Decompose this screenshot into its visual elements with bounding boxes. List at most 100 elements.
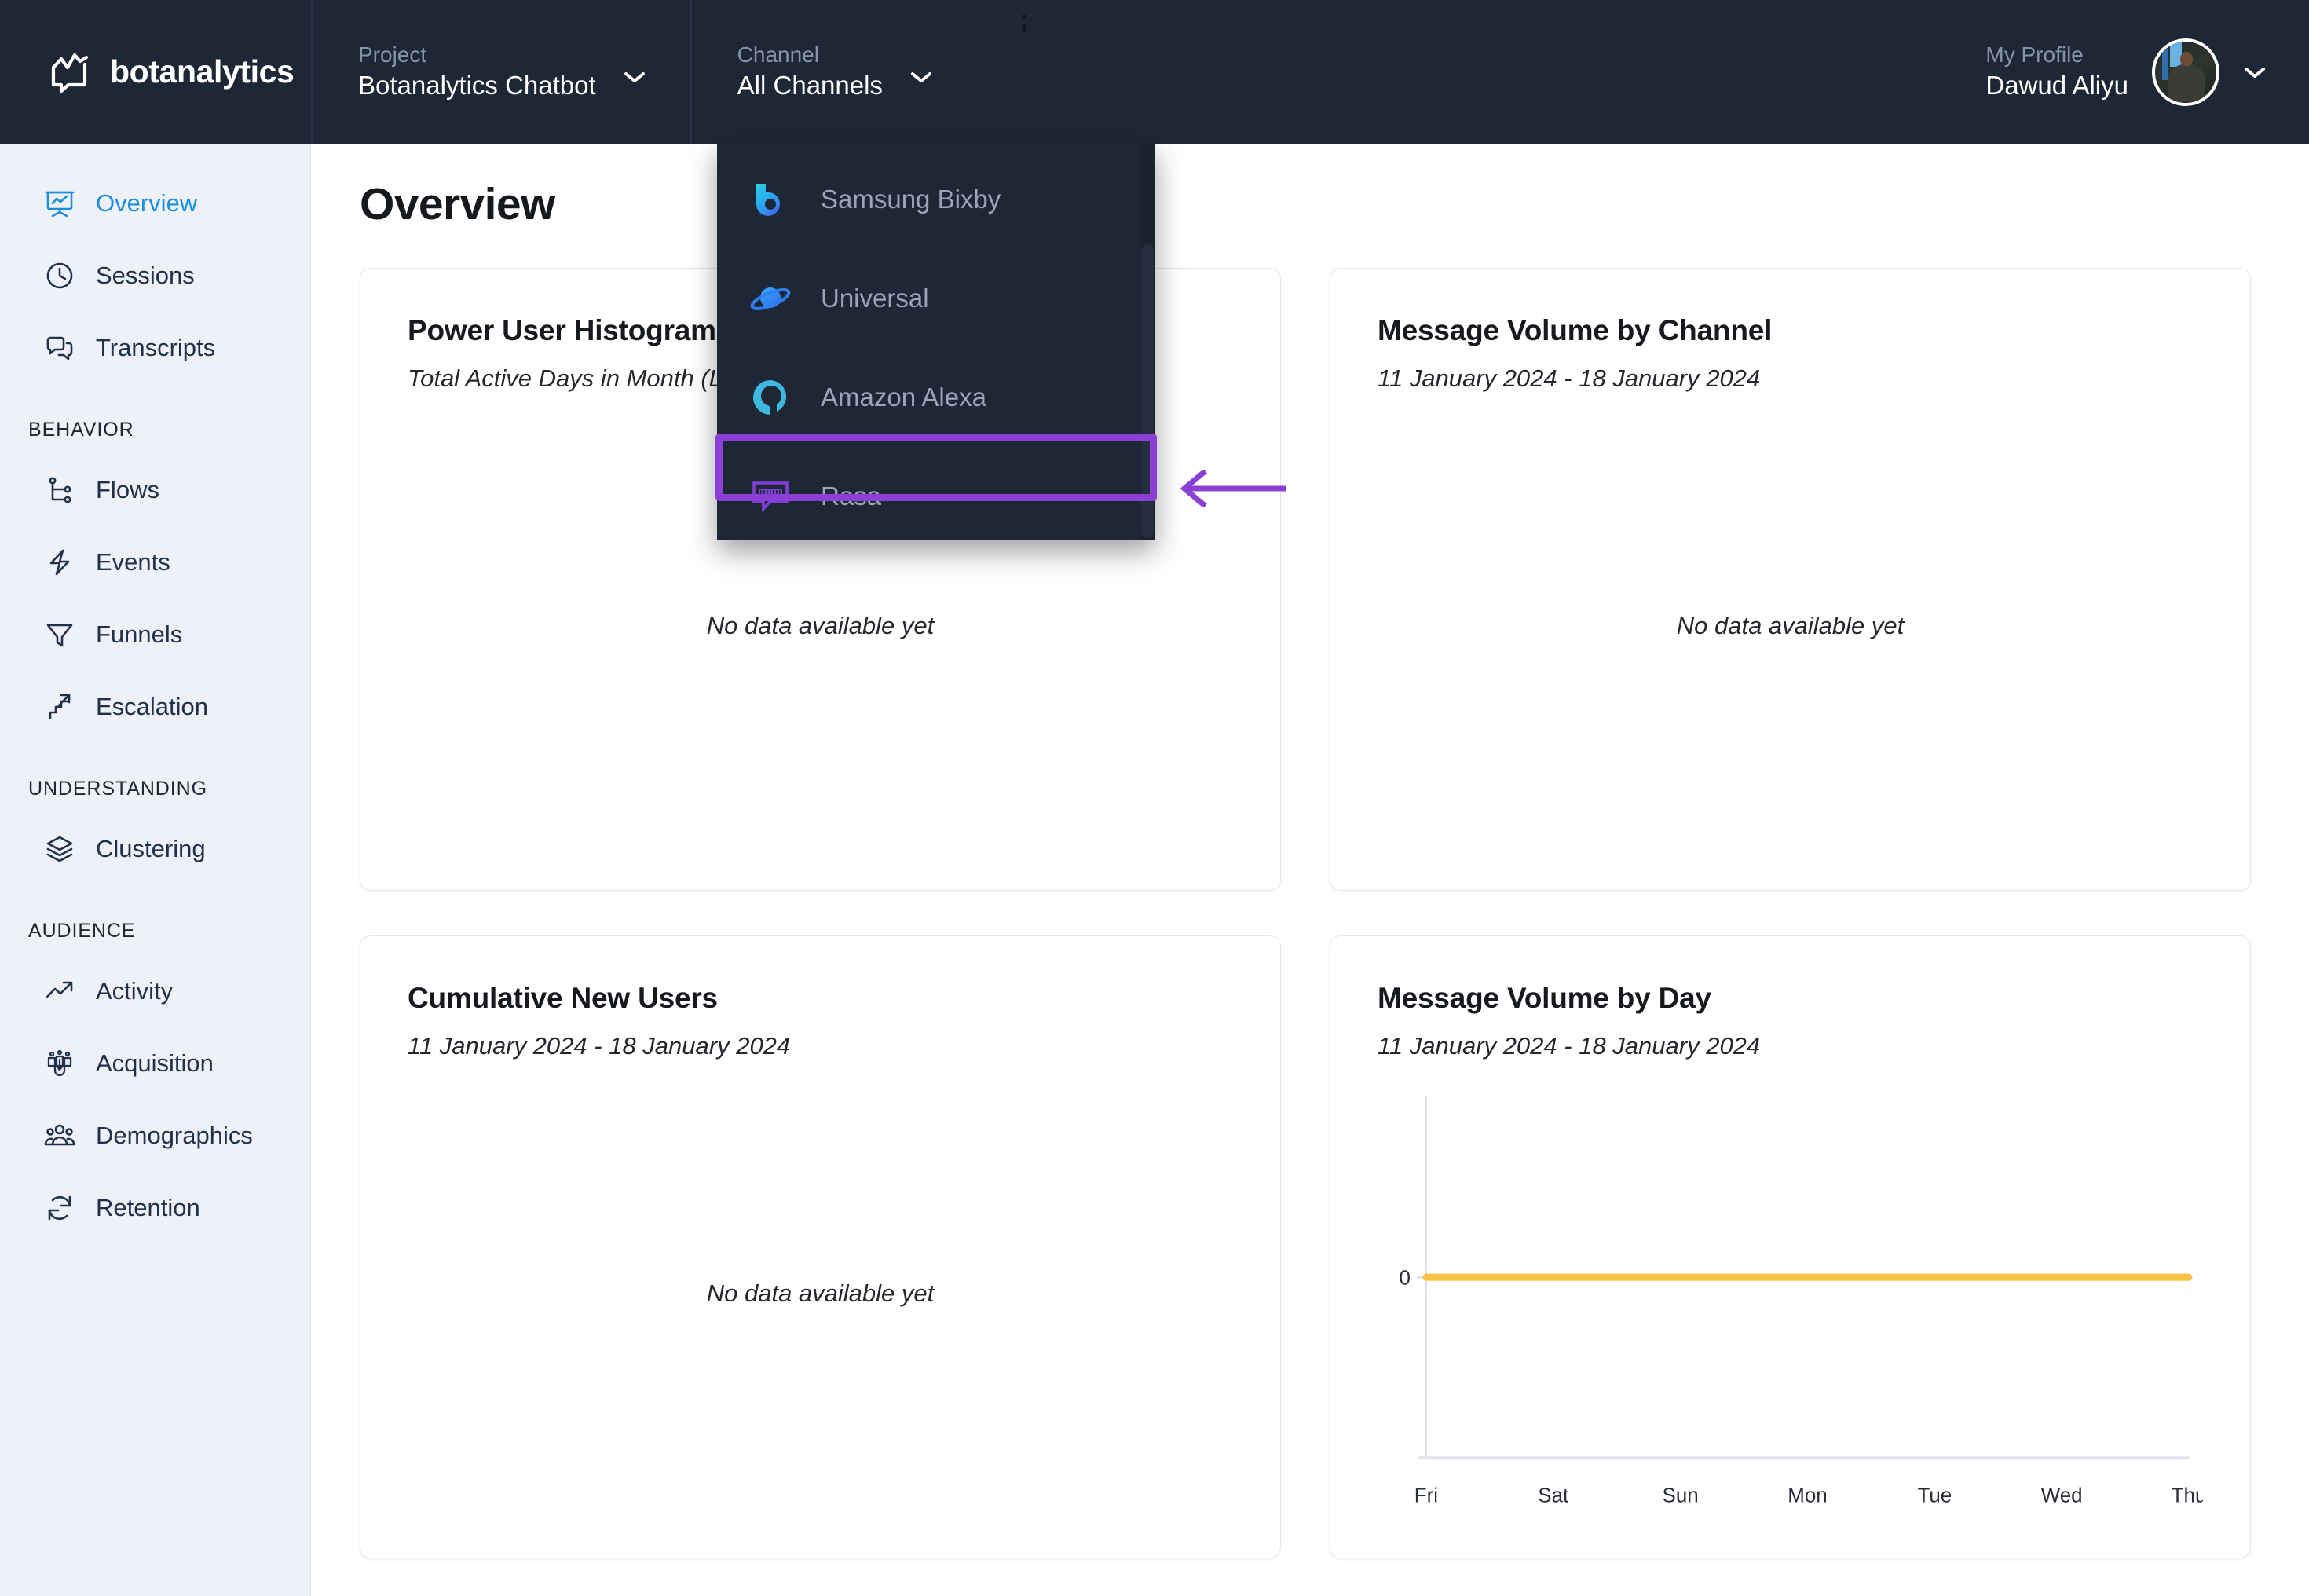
clock-icon [44,260,75,291]
brand-name: botanalytics [110,53,295,90]
channel-dropdown-menu[interactable]: Samsung Bixby Universal Amazon Alexa Ras… [717,144,1155,540]
cards-grid: Power User Histogram Total Active Days i… [360,268,2260,1558]
sidebar-item-sessions[interactable]: Sessions [0,240,310,312]
channel-option-label: Samsung Bixby [821,185,1001,214]
card-message-volume-by-day: Message Volume by Day 11 January 2024 - … [1330,935,2251,1558]
sidebar-item-demographics[interactable]: Demographics [0,1100,310,1172]
x-axis-tick-label: Sun [1663,1484,1699,1507]
people-group-icon [44,1120,75,1151]
card-cumulative-new-users: Cumulative New Users 11 January 2024 - 1… [360,935,1281,1558]
sidebar-item-activity[interactable]: Activity [0,955,310,1027]
channel-dropdown-list: Samsung Bixby Universal Amazon Alexa Ras… [717,144,1155,540]
escalation-stairs-arrow-icon [44,691,75,723]
funnel-icon [44,619,75,650]
message-volume-by-day-chart[interactable]: 0 Fri Sat Sun Mon Tue Wed Thu [1378,1082,2203,1526]
arrow-left-icon [1176,470,1286,507]
presentation-chart-icon [44,188,75,219]
botanalytics-speech-chart-logo-icon [49,50,93,94]
lightning-bolt-icon [44,547,75,578]
sidebar-item-label: Overview [96,189,198,217]
sidebar-item-acquisition[interactable]: Acquisition [0,1027,310,1100]
project-label: Project [358,42,427,67]
card-title: Message Volume by Day [1378,982,1711,1014]
channel-selector[interactable]: Channel All Channels [690,0,977,144]
main-content: Overview Power User Histogram Total Acti… [311,144,2309,1596]
stacked-layers-icon [44,833,75,865]
card-body: 0 Fri Sat Sun Mon Tue Wed Thu [1378,1060,2203,1526]
channel-option-label: Universal [821,284,929,313]
dropdown-scrollbar-thumb[interactable] [1141,244,1154,538]
channel-value: All Channels [737,70,883,100]
sidebar-item-label: Escalation [96,693,209,720]
sidebar-item-escalation[interactable]: Escalation [0,671,310,743]
samsung-bixby-icon [750,179,791,220]
card-subtitle: 11 January 2024 - 18 January 2024 [1378,1032,1761,1060]
y-axis-tick-label: 0 [1399,1265,1410,1289]
chevron-down-icon[interactable] [909,70,933,84]
x-axis-tick-label: Tue [1917,1484,1952,1507]
chevron-down-icon[interactable] [2243,65,2267,79]
card-body: No data available yet [408,1060,1233,1526]
trend-arrow-up-icon [44,976,75,1007]
sidebar-item-transcripts[interactable]: Transcripts [0,312,310,384]
sidebar-item-overview[interactable]: Overview [0,167,310,240]
rasa-icon [750,476,791,517]
sidebar-item-label: Events [96,548,170,576]
chart-svg: 0 Fri Sat Sun Mon Tue Wed Thu [1399,1096,2203,1507]
card-title: Cumulative New Users [408,982,718,1014]
app-root: botanalytics Project Botanalytics Chatbo… [0,0,2309,1596]
x-axis-tick-label: Thu [2172,1484,2203,1507]
sidebar: Overview Sessions Transcripts BEHAVIOR F… [0,144,311,1596]
top-bar: botanalytics Project Botanalytics Chatbo… [0,0,2309,144]
profile-label: My Profile [1985,42,2084,67]
card-message-volume-by-channel: Message Volume by Channel 11 January 202… [1330,268,2251,891]
card-title: Message Volume by Channel [1378,314,1773,346]
channel-option-label: Rasa [821,481,882,511]
sidebar-group-behavior: BEHAVIOR [28,419,134,441]
channel-label: Channel [737,42,819,67]
channel-option-label: Amazon Alexa [821,383,986,412]
avatar[interactable] [2152,38,2219,106]
x-axis-tick-label: Fri [1414,1484,1438,1507]
sidebar-item-label: Retention [96,1194,200,1221]
flow-tree-icon [44,474,75,506]
refresh-cycle-icon [44,1192,75,1224]
channel-option-amazon-alexa[interactable]: Amazon Alexa [717,348,1155,447]
card-subtitle: 11 January 2024 - 18 January 2024 [1378,364,1761,392]
cursor-artifact: ; [1019,5,1029,35]
project-value: Botanalytics Chatbot [358,70,596,100]
empty-state-message: No data available yet [706,1279,935,1307]
channel-option-universal[interactable]: Universal [717,249,1155,348]
magnet-people-icon [44,1048,75,1079]
chevron-down-icon[interactable] [623,70,646,84]
x-axis-tick-label: Mon [1788,1484,1827,1507]
sidebar-item-label: Activity [96,977,174,1005]
universal-planet-icon [750,278,791,319]
sidebar-group-audience: AUDIENCE [28,920,136,942]
sidebar-item-events[interactable]: Events [0,526,310,598]
empty-state-message: No data available yet [1676,611,1905,639]
x-axis-tick-label: Wed [2041,1484,2083,1507]
channel-option-samsung-bixby[interactable]: Samsung Bixby [717,150,1155,249]
sidebar-item-label: Sessions [96,262,195,289]
profile-name: Dawud Aliyu [1985,70,2128,100]
sidebar-item-retention[interactable]: Retention [0,1172,310,1244]
dropdown-scrollbar[interactable] [1140,144,1155,540]
sidebar-item-label: Transcripts [96,334,216,361]
channel-option-rasa[interactable]: Rasa [717,447,1155,540]
card-subtitle: 11 January 2024 - 18 January 2024 [408,1032,791,1060]
sidebar-item-label: Funnels [96,620,183,648]
sidebar-item-flows[interactable]: Flows [0,454,310,526]
x-axis-tick-label: Sat [1538,1484,1569,1507]
page-title: Overview [360,179,555,229]
sidebar-item-funnels[interactable]: Funnels [0,598,310,671]
sidebar-item-label: Acquisition [96,1049,214,1077]
sidebar-item-clustering[interactable]: Clustering [0,813,310,885]
sidebar-item-label: Flows [96,476,159,503]
sidebar-item-label: Clustering [96,835,206,862]
project-selector[interactable]: Project Botanalytics Chatbot [311,0,690,144]
brand[interactable]: botanalytics [0,0,311,144]
sidebar-group-understanding: UNDERSTANDING [28,778,207,800]
profile-menu[interactable]: My Profile Dawud Aliyu [1985,0,2309,144]
